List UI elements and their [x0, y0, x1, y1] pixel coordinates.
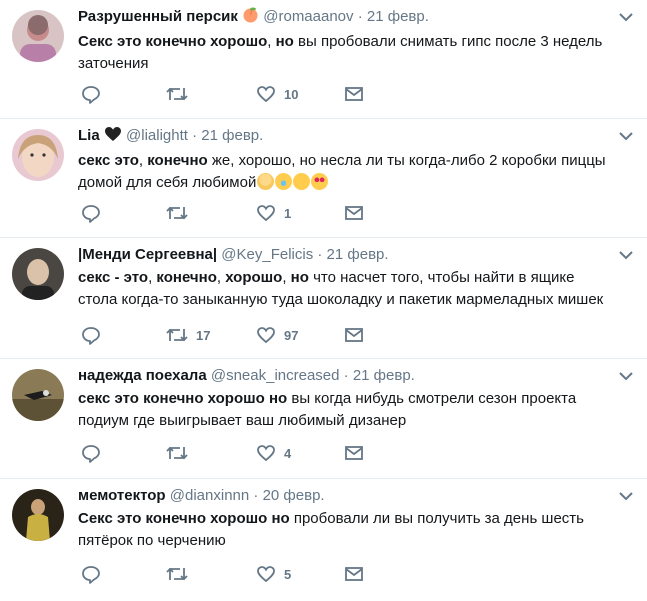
tweet-date[interactable]: 20 февр.	[263, 487, 325, 504]
retweet-button[interactable]	[166, 202, 196, 224]
like-button[interactable]: 1	[256, 202, 291, 224]
tweet-text: секс - это, конечно, хорошо, но что насч…	[78, 269, 604, 308]
reply-icon	[82, 327, 100, 345]
author-name[interactable]: Lia	[78, 127, 100, 144]
tweet-actions: 10	[78, 83, 378, 105]
caret-down-icon[interactable]	[619, 250, 633, 260]
retweet-icon	[166, 446, 188, 460]
caret-down-icon[interactable]	[619, 131, 633, 141]
tweet: мемотектор @dianxinnn · 20 февр. Секс эт…	[0, 479, 647, 601]
tweet-text: Секс это конечно хорошо, но вы пробовали…	[78, 33, 603, 72]
direct-message-icon	[345, 328, 363, 342]
separator: ·	[343, 367, 349, 384]
tweet-date[interactable]: 21 февр.	[327, 246, 389, 263]
avatar[interactable]	[12, 369, 64, 421]
tweet-actions: 17 97	[78, 324, 378, 346]
author-name[interactable]: мемотектор	[78, 487, 166, 504]
author-name[interactable]: Разрушенный персик	[78, 8, 238, 25]
tweet-actions: 4	[78, 442, 378, 464]
like-count: 1	[284, 205, 292, 221]
direct-message-icon	[345, 87, 363, 101]
direct-message-icon	[345, 567, 363, 581]
direct-message-icon	[345, 206, 363, 220]
retweet-button[interactable]	[166, 563, 196, 585]
separator: ·	[357, 8, 363, 25]
tweet-text: секс это конечно хорошо но вы когда нибу…	[78, 390, 577, 429]
author-name[interactable]: |Менди Сергеевна|	[78, 246, 217, 263]
like-button[interactable]: 5	[256, 563, 291, 585]
tweet-date[interactable]: 21 февр.	[353, 367, 415, 384]
reply-icon	[82, 205, 100, 223]
like-button[interactable]: 10	[256, 83, 298, 105]
heart-eyes-emoji	[311, 173, 329, 190]
author-handle[interactable]: @dianxinnn	[170, 487, 249, 504]
tweet: Lia @lialightt · 21 февр. секс это, коне…	[0, 119, 647, 238]
retweet-button[interactable]: 17	[166, 324, 210, 346]
direct-message-icon	[345, 446, 363, 460]
direct-message-button[interactable]	[344, 563, 364, 585]
separator: ·	[253, 487, 259, 504]
retweet-icon	[166, 328, 188, 342]
author-name[interactable]: надежда поехала	[78, 367, 207, 384]
reply-button[interactable]	[81, 442, 101, 464]
direct-message-button[interactable]	[344, 442, 364, 464]
tweet: Разрушенный персик @romaaanov · 21 февр.…	[0, 0, 647, 119]
caret-down-icon[interactable]	[619, 371, 633, 381]
retweet-icon	[166, 567, 188, 581]
reply-button[interactable]	[81, 324, 101, 346]
tweet-actions: 1	[78, 202, 378, 224]
tweet-text: Секс это конечно хорошо но пробовали ли …	[78, 510, 584, 549]
retweet-icon	[166, 206, 188, 220]
separator: ·	[317, 246, 323, 263]
retweet-button[interactable]	[166, 83, 196, 105]
tweet-text: секс это, конечно же, хорошо, но несла л…	[78, 152, 606, 191]
woman-tipping-hand-emoji	[257, 173, 275, 190]
tweet-date[interactable]: 21 февр.	[201, 127, 263, 144]
tweet-actions: 5	[78, 563, 378, 585]
like-count: 4	[284, 445, 292, 461]
black-heart-emoji	[104, 126, 122, 149]
reply-icon	[82, 566, 100, 584]
like-count: 10	[284, 86, 299, 102]
retweet-icon	[166, 87, 188, 101]
avatar[interactable]	[12, 489, 64, 541]
author-handle[interactable]: @Key_Felicis	[221, 246, 313, 263]
tweet: надежда поехала @sneak_increased · 21 фе…	[0, 359, 647, 479]
like-count: 5	[284, 566, 292, 582]
direct-message-button[interactable]	[344, 202, 364, 224]
reply-button[interactable]	[81, 83, 101, 105]
like-icon	[257, 445, 275, 462]
author-handle[interactable]: @lialightt	[126, 127, 188, 144]
like-count: 97	[284, 327, 299, 343]
like-icon	[257, 205, 275, 222]
direct-message-button[interactable]	[344, 324, 364, 346]
reply-icon	[82, 445, 100, 463]
separator: ·	[192, 127, 198, 144]
direct-message-button[interactable]	[344, 83, 364, 105]
caret-down-icon[interactable]	[619, 491, 633, 501]
tweet-date[interactable]: 21 февр.	[367, 8, 429, 25]
tweet: |Менди Сергеевна| @Key_Felicis · 21 февр…	[0, 238, 647, 359]
author-handle[interactable]: @romaaanov	[263, 8, 353, 25]
joy-emoji	[275, 173, 293, 190]
author-handle[interactable]: @sneak_increased	[211, 367, 340, 384]
like-icon	[257, 327, 275, 344]
avatar[interactable]	[12, 10, 64, 62]
reply-button[interactable]	[81, 563, 101, 585]
caret-down-icon[interactable]	[619, 12, 633, 22]
like-icon	[257, 566, 275, 583]
like-button[interactable]: 4	[256, 442, 291, 464]
thinking-emoji	[293, 173, 311, 190]
retweet-button[interactable]	[166, 442, 196, 464]
reply-button[interactable]	[81, 202, 101, 224]
retweet-count: 17	[196, 327, 211, 343]
like-icon	[257, 86, 275, 103]
avatar[interactable]	[12, 129, 64, 181]
reply-icon	[82, 86, 100, 104]
like-button[interactable]: 97	[256, 324, 298, 346]
peach-emoji	[242, 6, 259, 30]
avatar[interactable]	[12, 248, 64, 300]
